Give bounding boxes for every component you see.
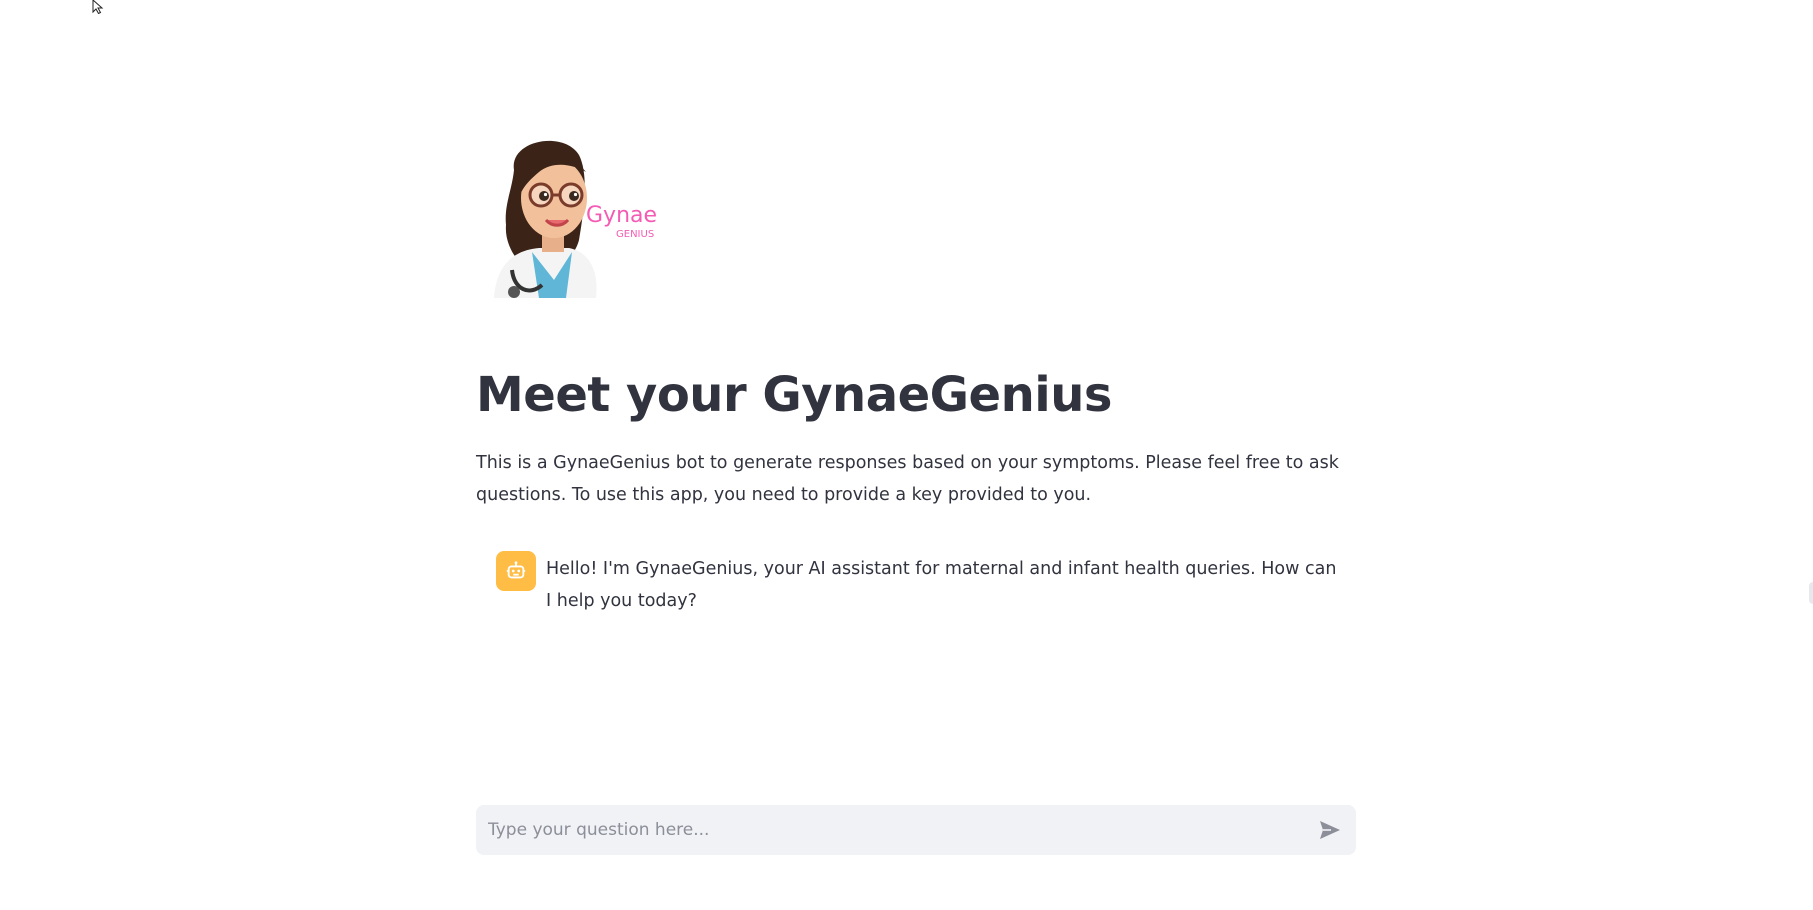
chat-input[interactable]	[476, 805, 1308, 855]
chat-message-assistant: Hello! I'm GynaeGenius, your AI assistan…	[496, 551, 1356, 617]
assistant-avatar	[496, 551, 536, 591]
main-content: Gynae GENIUS Meet your GynaeGenius This …	[476, 0, 1356, 910]
mouse-cursor-icon	[92, 0, 104, 14]
chat-input-container	[476, 805, 1356, 855]
bot-icon	[506, 561, 526, 579]
scroll-edge-indicator	[1809, 582, 1813, 604]
logo-brand-sub: GENIUS	[616, 229, 654, 240]
logo-brand-main: Gynae	[586, 203, 657, 228]
gynaegenius-logo: Gynae GENIUS	[484, 130, 664, 298]
page-title: Meet your GynaeGenius	[476, 367, 1112, 423]
send-icon	[1320, 821, 1340, 839]
send-button[interactable]	[1308, 808, 1352, 852]
chat-message-text: Hello! I'm GynaeGenius, your AI assistan…	[546, 559, 1337, 611]
app-description: This is a GynaeGenius bot to generate re…	[476, 453, 1339, 505]
